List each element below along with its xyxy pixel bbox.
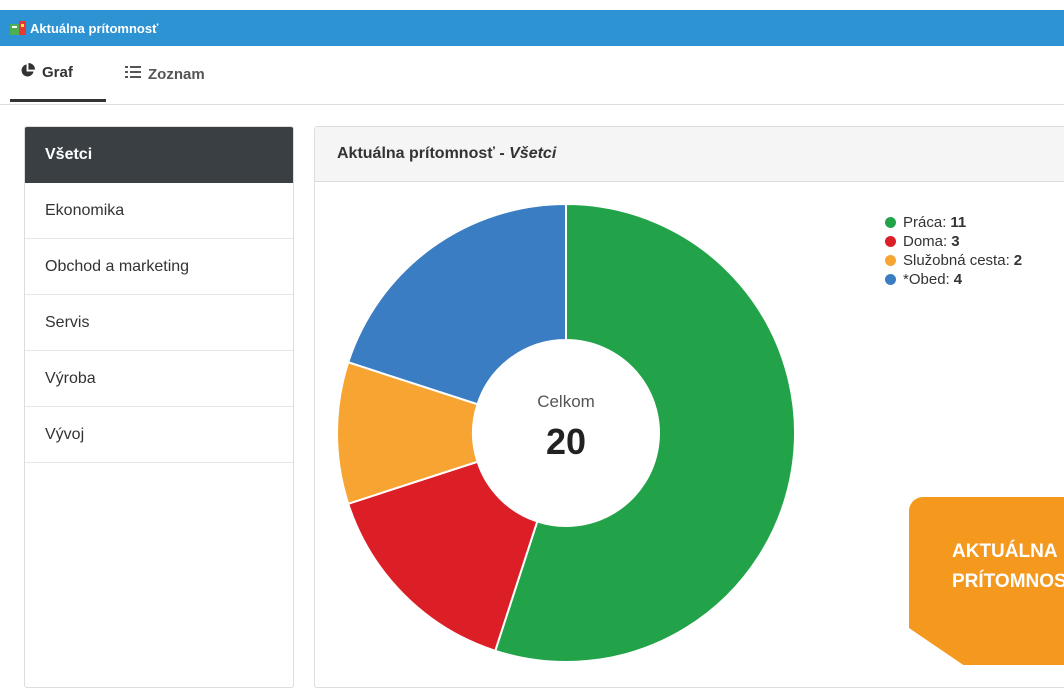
tab-zoznam-label: Zoznam (148, 65, 205, 83)
sidebar-item-ekonomika[interactable]: Ekonomika (25, 183, 293, 239)
department-sidebar: Všetci Ekonomika Obchod a marketing Serv… (24, 126, 294, 688)
tab-graf-label: Graf (42, 64, 73, 81)
legend-label-doma: Doma (903, 233, 944, 250)
badge-line-2: PRÍTOMNOSŤ (952, 571, 1064, 592)
presence-app-icon (10, 21, 26, 35)
sidebar-item-vsetci[interactable]: Všetci (25, 127, 293, 183)
legend-item-obed[interactable]: *Obed: 4 (885, 270, 1022, 289)
legend-item-sluzobna-cesta[interactable]: Služobná cesta: 2 (885, 251, 1022, 270)
chart-legend: Práca: 11 Doma: 3 Služobná cesta: 2 *Obe… (885, 213, 1022, 289)
legend-value-praca: 11 (950, 214, 967, 231)
center-total-label: Celkom (537, 392, 595, 411)
center-total-value: 20 (546, 421, 586, 462)
sidebar-item-obchod-a-marketing[interactable]: Obchod a marketing (25, 239, 293, 295)
title-bar: Aktuálna prítomnosť (0, 10, 1064, 46)
legend-dot-obed (885, 274, 896, 285)
legend-label-obed: *Obed (903, 271, 946, 288)
legend-dot-praca (885, 217, 896, 228)
legend-item-doma[interactable]: Doma: 3 (885, 232, 1022, 251)
badge-line-1: AKTUÁLNA (952, 541, 1058, 562)
legend-dot-doma (885, 236, 896, 247)
sidebar-item-servis[interactable]: Servis (25, 295, 293, 351)
legend-item-praca[interactable]: Práca: 11 (885, 213, 1022, 232)
view-tabs: Graf Zoznam (0, 46, 1064, 105)
legend-label-sluzobna-cesta: Služobná cesta (903, 252, 1006, 269)
legend-dot-sluzobna-cesta (885, 255, 896, 266)
pie-chart-icon (20, 63, 35, 82)
tab-zoznam[interactable]: Zoznam (125, 46, 245, 102)
window-title: Aktuálna prítomnosť (30, 20, 159, 36)
promo-badge: AKTUÁLNA PRÍTOMNOSŤ (909, 497, 1064, 665)
legend-label-praca: Práca (903, 214, 943, 231)
list-icon (125, 65, 141, 83)
tab-graf[interactable]: Graf (10, 46, 106, 102)
sidebar-item-vyvoj[interactable]: Vývoj (25, 407, 293, 463)
legend-value-obed: 4 (953, 271, 963, 288)
legend-value-doma: 3 (951, 233, 960, 250)
sidebar-item-vyroba[interactable]: Výroba (25, 351, 293, 407)
legend-value-sluzobna-cesta: 2 (1013, 252, 1023, 269)
donut-chart: Celkom 20 (336, 202, 796, 663)
